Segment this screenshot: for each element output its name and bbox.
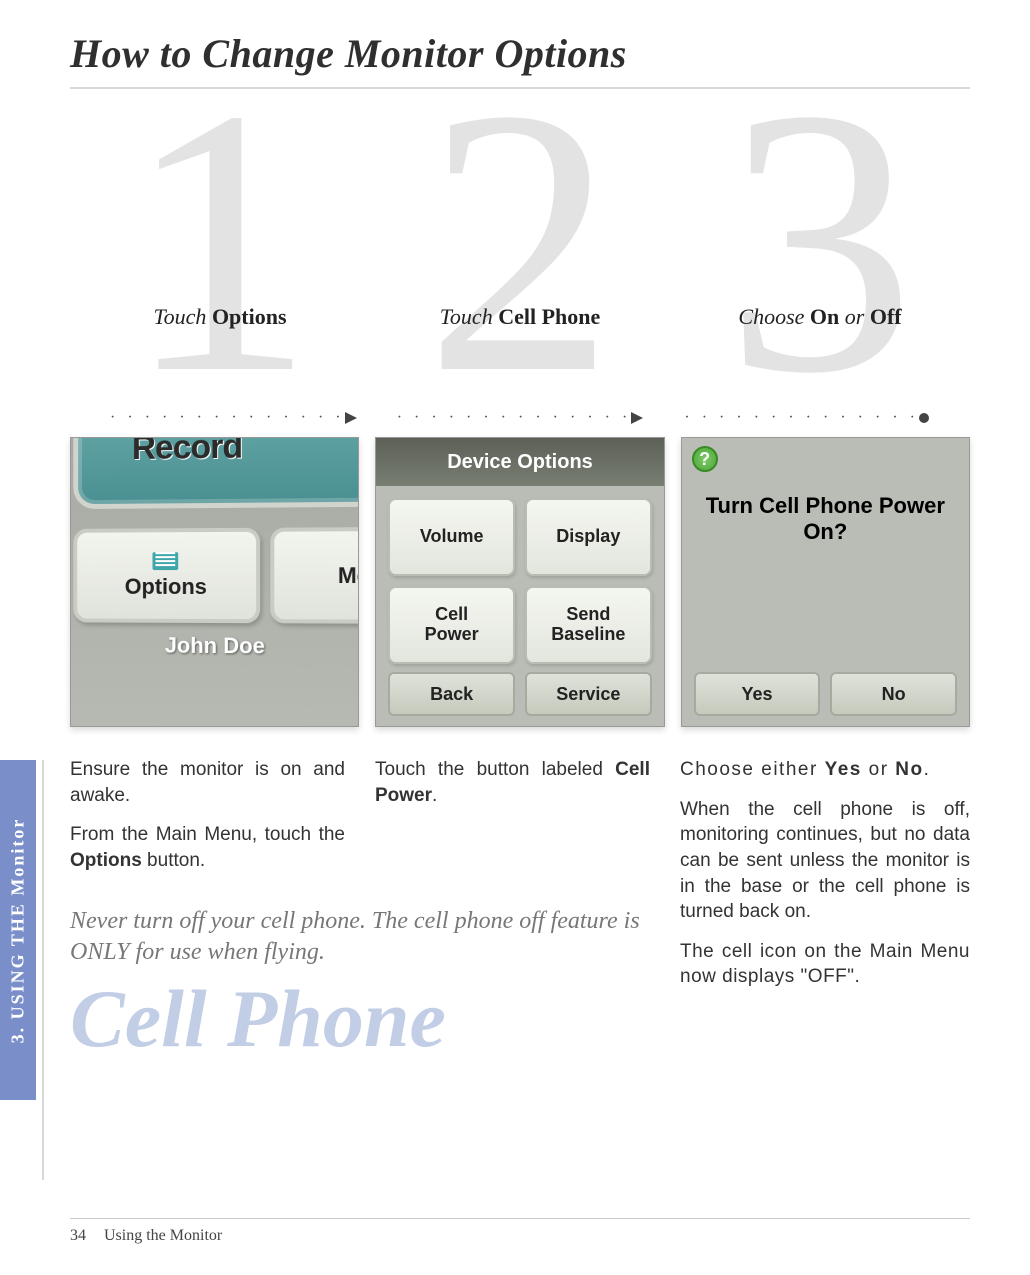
c3p2: When the cell phone is off, monitoring c…	[680, 797, 970, 925]
yes-button[interactable]: Yes	[694, 672, 821, 716]
step-1-caption: Touch Options	[70, 304, 370, 330]
t: Options	[212, 304, 287, 329]
warning-note: Never turn off your cell phone. The cell…	[70, 906, 650, 968]
col-2: Touch the button labeled Cell Power.	[375, 757, 650, 888]
volume-button[interactable]: Volume	[388, 498, 515, 576]
c1p2: From the Main Menu, touch the Options bu…	[70, 822, 345, 873]
display-button[interactable]: Display	[525, 498, 652, 576]
t: Back	[430, 684, 473, 705]
t: or	[839, 304, 870, 329]
t: Display	[556, 527, 620, 547]
c1p1: Ensure the monitor is on and awake.	[70, 757, 345, 808]
t: On	[810, 304, 839, 329]
no-button[interactable]: No	[830, 672, 957, 716]
step-number-2: 2	[425, 109, 615, 384]
t: .	[432, 785, 437, 806]
dots: · · · · · · · · · · · · · ·	[684, 409, 919, 427]
t: Yes	[825, 759, 862, 780]
footer-section: Using the Monitor	[104, 1227, 222, 1244]
device-options-header: Device Options	[376, 438, 663, 486]
t: Touch	[153, 304, 211, 329]
step-2: 2 Touch Cell Phone	[370, 109, 670, 409]
t: ?	[699, 449, 710, 470]
t: Options	[70, 850, 142, 871]
step-3-caption: Choose On or Off	[670, 304, 970, 330]
record-panel[interactable]: Record	[73, 437, 359, 509]
step-number-3: 3	[725, 109, 915, 384]
step-2-caption: Touch Cell Phone	[370, 304, 670, 330]
c3p1: Choose either Yes or No.	[680, 757, 970, 783]
help-icon[interactable]: ?	[692, 446, 718, 472]
step-number-1: 1	[125, 109, 315, 384]
t: Volume	[420, 527, 484, 547]
record-label: Record	[132, 437, 242, 468]
step-1: 1 Touch Options	[70, 109, 370, 409]
arrow-icon	[345, 412, 357, 424]
t: No	[882, 684, 906, 705]
t: Off	[870, 304, 902, 329]
t: button.	[142, 850, 205, 871]
t: Touch	[440, 304, 498, 329]
options-button-label: Options	[125, 574, 207, 600]
screenshot-device-options: Device Options Volume Display Cell Power…	[375, 437, 664, 727]
chapter-tab-label: 3. USING THE Monitor	[8, 817, 29, 1043]
step-3: 3 Choose On or Off	[670, 109, 970, 409]
t: Choose either	[680, 759, 825, 780]
service-button[interactable]: Service	[525, 672, 652, 716]
arrow-icon	[631, 412, 643, 424]
dot-end-icon	[919, 413, 929, 423]
t: Service	[556, 684, 620, 705]
dots: · · · · · · · · · · · · · ·	[110, 409, 345, 427]
t: or	[862, 759, 895, 780]
t: Yes	[741, 684, 772, 705]
user-name: John Doe	[70, 632, 359, 660]
back-button[interactable]: Back	[388, 672, 515, 716]
t: Choose	[738, 304, 810, 329]
messages-button[interactable]: Mess	[270, 527, 359, 624]
options-button[interactable]: Options	[73, 528, 260, 623]
t: Cell Phone	[498, 304, 600, 329]
flow-row: · · · · · · · · · · · · · · · · · · · · …	[70, 409, 970, 427]
col-1: Ensure the monitor is on and awake. From…	[70, 757, 345, 888]
t: No	[895, 759, 923, 780]
chapter-tab: 3. USING THE Monitor	[0, 760, 36, 1100]
confirm-question: Turn Cell Phone Power On?	[682, 493, 969, 546]
t: Send Baseline	[551, 605, 625, 645]
t: .	[924, 759, 931, 780]
t: Cell Power	[425, 605, 479, 645]
t: From the Main Menu, touch the	[70, 824, 345, 845]
send-baseline-button[interactable]: Send Baseline	[525, 586, 652, 664]
col-3: Choose either Yes or No. When the cell p…	[680, 757, 970, 1060]
c2p1: Touch the button labeled Cell Power.	[375, 757, 650, 808]
topic-heading: Cell Phone	[70, 978, 650, 1060]
messages-button-label: Mess	[338, 562, 359, 588]
page-title: How to Change Monitor Options	[70, 30, 970, 89]
screenshot-confirm: ? Turn Cell Phone Power On? Yes No	[681, 437, 970, 727]
c3p3: The cell icon on the Main Menu now displ…	[680, 939, 970, 990]
footer: 34 Using the Monitor	[70, 1218, 970, 1245]
page-number: 34	[70, 1227, 86, 1244]
list-icon	[153, 552, 179, 570]
screenshot-main-menu: Record Options Mess John Doe	[70, 437, 359, 727]
side-rule	[42, 760, 44, 1180]
dots: · · · · · · · · · · · · · ·	[397, 409, 632, 427]
cell-power-button[interactable]: Cell Power	[388, 586, 515, 664]
t: Touch the button labeled	[375, 759, 615, 780]
